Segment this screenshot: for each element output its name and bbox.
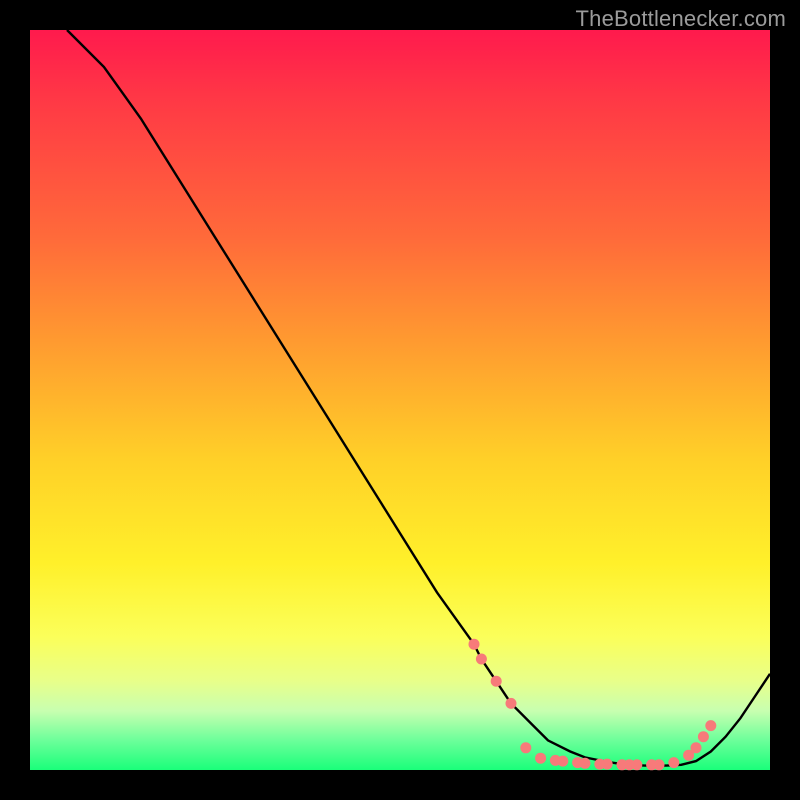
data-marker [580, 758, 591, 769]
data-markers [469, 639, 717, 771]
data-marker [491, 676, 502, 687]
data-marker [698, 731, 709, 742]
data-marker [476, 654, 487, 665]
data-marker [631, 759, 642, 770]
chart-frame: TheBottlenecker.com [0, 0, 800, 800]
curve-line [67, 30, 770, 766]
data-marker [506, 698, 517, 709]
data-marker [520, 742, 531, 753]
data-marker [602, 759, 613, 770]
data-marker [469, 639, 480, 650]
chart-overlay [30, 30, 770, 770]
data-marker [535, 753, 546, 764]
data-marker [654, 759, 665, 770]
data-marker [705, 720, 716, 731]
watermark-text: TheBottlenecker.com [576, 6, 786, 32]
data-marker [668, 757, 679, 768]
data-marker [557, 756, 568, 767]
data-marker [691, 742, 702, 753]
